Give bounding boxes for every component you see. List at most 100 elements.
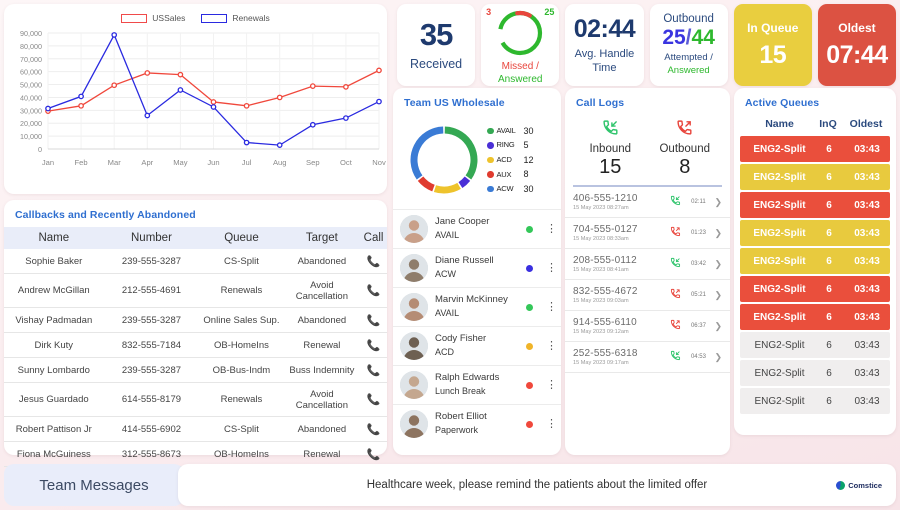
call-log-number: 832-555-4672 <box>573 286 638 297</box>
legend-item-renewals[interactable]: Renewals <box>201 13 270 23</box>
queue-inq: 6 <box>826 199 832 211</box>
stat-card-received[interactable]: 35 Received <box>397 4 476 86</box>
table-row[interactable]: Robert Pattison Jr 414-555-6902 CS-Split Ab… <box>4 416 387 442</box>
list-item[interactable]: Cody Fisher ACD ⋮ <box>393 326 561 365</box>
phone-icon: 📞 <box>366 285 381 297</box>
agent-menu-button[interactable]: ⋮ <box>546 379 557 390</box>
callbacks-header-row: Name Number Queue Target Call <box>4 227 387 249</box>
call-button[interactable]: 📞 <box>360 382 387 417</box>
queue-row[interactable]: ENG2-Split 6 03:43 <box>740 248 890 274</box>
call-log-item[interactable]: 914-555-6110 15 May 2023 09:12am 06:37 ❯ <box>565 311 730 342</box>
chevron-right-icon[interactable]: ❯ <box>714 259 722 270</box>
table-row[interactable]: Jesus Guardado 614-555-8179 Renewals Avoid … <box>4 382 387 417</box>
chevron-right-icon[interactable]: ❯ <box>714 197 722 208</box>
call-direction-icon <box>668 288 682 302</box>
list-item[interactable]: Diane Russell ACW ⋮ <box>393 248 561 287</box>
queue-oldest: 03:43 <box>854 311 880 323</box>
table-row[interactable]: Dirk Kuty 832-555-7184 OB-HomeIns Renewal 📞 <box>4 332 387 358</box>
donut-legend-item: AUX 8 <box>487 167 534 182</box>
agent-menu-button[interactable]: ⋮ <box>546 223 557 234</box>
call-button[interactable]: 📞 <box>360 273 387 308</box>
inbound-summary[interactable]: Inbound 15 <box>573 119 648 179</box>
call-log-datetime: 15 May 2023 08:27am <box>573 205 629 211</box>
agent-name: Marvin McKinney <box>435 294 508 306</box>
call-log-item[interactable]: 704-555-0127 15 May 2023 08:33am 01:23 ❯ <box>565 218 730 249</box>
list-item[interactable]: Ralph Edwards Lunch Break ⋮ <box>393 365 561 404</box>
queue-oldest: 03:43 <box>854 171 880 183</box>
outbound-title: Outbound <box>663 13 714 26</box>
team-messages-body[interactable]: Healthcare week, please remind the patie… <box>178 464 896 506</box>
cell-target: Renewal <box>283 332 361 358</box>
svg-text:10,000: 10,000 <box>20 132 42 141</box>
legend-item-ussales[interactable]: USSales <box>121 13 185 23</box>
team-donut-row: AVAIL 30 RING 5 ACD 12 AUX 8 ACW 30 <box>393 115 561 209</box>
stat-card-outbound[interactable]: Outbound 25/44 Attempted / Answered <box>649 4 728 86</box>
cell-queue: OB-Bus-Indm <box>199 357 284 383</box>
call-button[interactable]: 📞 <box>360 441 387 467</box>
agent-list: Jane Cooper AVAIL ⋮ Diane Russell ACW ⋮ Marvin… <box>393 209 561 443</box>
call-log-item[interactable]: 252-555-6318 15 May 2023 09:17am 04:53 ❯ <box>565 342 730 373</box>
call-log-item[interactable]: 832-555-4672 15 May 2023 09:03am 05:21 ❯ <box>565 280 730 311</box>
outbound-summary[interactable]: Outbound 8 <box>648 119 723 179</box>
call-log-item[interactable]: 406-555-1210 15 May 2023 08:27am 02:11 ❯ <box>565 187 730 218</box>
table-row[interactable]: Sunny Lombardo 239-555-3287 OB-Bus-Indm Bus… <box>4 357 387 383</box>
chevron-right-icon[interactable]: ❯ <box>714 321 722 332</box>
call-button[interactable]: 📞 <box>360 307 387 333</box>
agent-menu-button[interactable]: ⋮ <box>546 418 557 429</box>
call-log-duration: 01:23 <box>690 230 706 236</box>
queue-row[interactable]: ENG2-Split 6 03:43 <box>740 388 890 414</box>
call-log-item[interactable]: 208-555-0112 15 May 2023 08:41am 03:42 ❯ <box>565 249 730 280</box>
agent-menu-button[interactable]: ⋮ <box>546 301 557 312</box>
list-item[interactable]: Jane Cooper AVAIL ⋮ <box>393 209 561 248</box>
cell-queue: Renewals <box>199 382 284 417</box>
active-queues-title: Active Queues <box>745 97 820 109</box>
donut-legend-item: ACD 12 <box>487 153 534 168</box>
queue-inq: 6 <box>826 143 832 155</box>
list-item[interactable]: Marvin McKinney AVAIL ⋮ <box>393 287 561 326</box>
queue-row[interactable]: ENG2-Split 6 03:43 <box>740 220 890 246</box>
queue-row[interactable]: ENG2-Split 6 03:43 <box>740 164 890 190</box>
svg-text:70,000: 70,000 <box>20 55 42 64</box>
agent-menu-button[interactable]: ⋮ <box>546 340 557 351</box>
queue-row[interactable]: ENG2-Split 6 03:43 <box>740 332 890 358</box>
table-row[interactable]: Fiona McGuiness 312-555-8673 OB-HomeIns Ren… <box>4 441 387 467</box>
call-button[interactable]: 📞 <box>360 416 387 442</box>
queue-oldest: 03:43 <box>854 395 880 407</box>
svg-text:Mar: Mar <box>108 158 122 167</box>
table-row[interactable]: Sophie Baker 239-555-3287 CS-Split Abandone… <box>4 249 387 274</box>
table-row[interactable]: Andrew McGillan 212-555-4691 Renewals Avoid… <box>4 273 387 308</box>
queue-inq: 6 <box>826 227 832 239</box>
call-button[interactable]: 📞 <box>360 332 387 358</box>
svg-text:90,000: 90,000 <box>20 29 42 38</box>
team-donut-legend: AVAIL 30 RING 5 ACD 12 AUX 8 ACW 30 <box>487 124 534 197</box>
callbacks-table: Name Number Queue Target Call Sophie Bak… <box>4 227 387 467</box>
outbound-call-icon <box>648 119 723 140</box>
stat-card-in-queue[interactable]: In Queue 15 <box>733 4 812 86</box>
stat-card-oldest[interactable]: Oldest 07:44 <box>817 4 897 86</box>
chevron-right-icon[interactable]: ❯ <box>714 228 722 239</box>
queue-row[interactable]: ENG2-Split 6 03:43 <box>740 276 890 302</box>
agent-menu-button[interactable]: ⋮ <box>546 262 557 273</box>
stat-card-avg-handle-time[interactable]: 02:44 Avg. Handle Time <box>565 4 644 86</box>
queue-row[interactable]: ENG2-Split 6 03:43 <box>740 304 890 330</box>
agent-name: Ralph Edwards <box>435 372 500 384</box>
chevron-right-icon[interactable]: ❯ <box>714 290 722 301</box>
list-item[interactable]: Robert Elliot Paperwork ⋮ <box>393 404 561 443</box>
donut-legend-item: AVAIL 30 <box>487 124 534 139</box>
queue-inq: 6 <box>826 171 832 183</box>
call-log-info: 208-555-0112 15 May 2023 08:41am <box>573 255 663 273</box>
queue-row[interactable]: ENG2-Split 6 03:43 <box>740 192 890 218</box>
queue-row[interactable]: ENG2-Split 6 03:43 <box>740 360 890 386</box>
call-button[interactable]: 📞 <box>360 357 387 383</box>
cell-queue: Online Sales Sup. <box>199 307 284 333</box>
table-row[interactable]: Vishay Padmadan 239-555-3287 Online Sales … <box>4 307 387 333</box>
queue-row[interactable]: ENG2-Split 6 03:43 <box>740 136 890 162</box>
stat-card-missed-answered[interactable]: 3 25 Missed / Answered <box>481 4 560 86</box>
call-log-list: 406-555-1210 15 May 2023 08:27am 02:11 ❯ 704… <box>565 187 730 373</box>
agent-status-dot-icon <box>526 264 533 272</box>
call-button[interactable]: 📞 <box>360 249 387 274</box>
cell-name: Andrew McGillan <box>4 273 104 308</box>
legend-dot-icon <box>487 127 494 135</box>
chevron-right-icon[interactable]: ❯ <box>714 352 722 363</box>
legend-status-label: ACW <box>496 184 514 194</box>
